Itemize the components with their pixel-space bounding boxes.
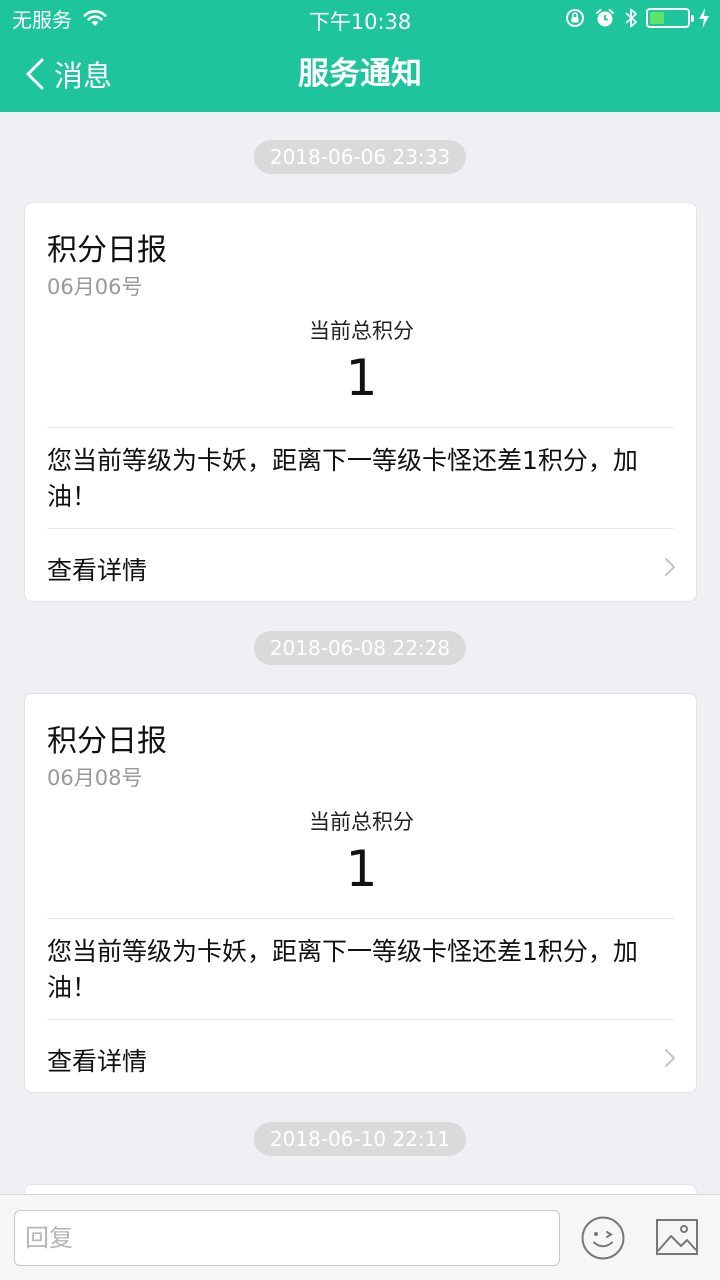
status-bar: 无服务 下午10:38 bbox=[0, 0, 720, 36]
message-card bbox=[24, 1184, 697, 1194]
alarm-icon bbox=[596, 9, 614, 27]
timestamp-pill: 2018-06-08 22:28 bbox=[253, 631, 467, 665]
card-date: 06月08号 bbox=[47, 766, 143, 790]
card-message: 您当前等级为卡妖，距离下一等级卡怪还差1积分，加油！ bbox=[47, 937, 638, 1002]
page-title: 服务通知 bbox=[298, 56, 422, 92]
bluetooth-icon bbox=[625, 8, 637, 28]
card-title: 积分日报 bbox=[47, 724, 167, 759]
divider bbox=[47, 918, 674, 919]
chevron-right-icon bbox=[665, 1049, 675, 1067]
score-label: 当前总积分 bbox=[309, 810, 414, 834]
emoji-button[interactable] bbox=[580, 1215, 626, 1261]
view-details-row[interactable]: 查看详情 bbox=[25, 1020, 696, 1094]
reply-input[interactable] bbox=[14, 1210, 560, 1266]
score-value: 1 bbox=[345, 840, 378, 898]
message-card: 积分日报 06月06号 当前总积分 1 您当前等级为卡妖，距离下一等级卡怪还差1… bbox=[24, 202, 697, 602]
view-details-label: 查看详情 bbox=[47, 1047, 148, 1076]
nav-bar: 消息 服务通知 bbox=[0, 36, 720, 112]
orientation-lock-icon bbox=[566, 9, 584, 27]
reply-bar bbox=[0, 1194, 720, 1280]
charging-icon bbox=[699, 8, 709, 28]
view-details-row[interactable]: 查看详情 bbox=[25, 529, 696, 603]
message-feed[interactable]: 2018-06-06 23:33 积分日报 06月06号 当前总积分 1 您当前… bbox=[0, 112, 720, 1194]
status-right bbox=[564, 6, 710, 30]
card-date: 06月06号 bbox=[47, 275, 143, 299]
battery-icon bbox=[646, 8, 694, 28]
battery-fill bbox=[650, 12, 665, 24]
score-value: 1 bbox=[345, 349, 378, 407]
view-details-label: 查看详情 bbox=[47, 556, 148, 585]
card-title: 积分日报 bbox=[47, 233, 167, 268]
timestamp-pill: 2018-06-06 23:33 bbox=[253, 140, 467, 174]
image-button[interactable] bbox=[654, 1214, 700, 1260]
score-label: 当前总积分 bbox=[309, 319, 414, 343]
divider bbox=[47, 427, 674, 428]
timestamp-pill: 2018-06-10 22:11 bbox=[253, 1122, 467, 1156]
card-message: 您当前等级为卡妖，距离下一等级卡怪还差1积分，加油！ bbox=[47, 446, 638, 511]
message-card: 积分日报 06月08号 当前总积分 1 您当前等级为卡妖，距离下一等级卡怪还差1… bbox=[24, 693, 697, 1093]
chevron-right-icon bbox=[665, 558, 675, 576]
